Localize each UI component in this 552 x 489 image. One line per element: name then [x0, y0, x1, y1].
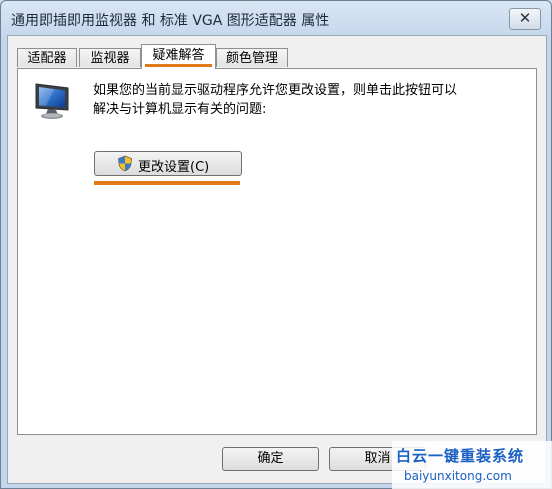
watermark: 白云一键重装系统 baiyunxitong.com [392, 441, 552, 489]
change-button-highlight [94, 181, 240, 185]
properties-window: 通用即插即用监视器 和 标准 VGA 图形适配器 属性 ✕ 适配器 监视器 疑难… [0, 0, 552, 489]
monitor-icon [35, 83, 69, 119]
dialog-client-area: 适配器 监视器 疑难解答 颜色管理 如果您的当前显示驱动程序允许您更改设置，则单… [7, 35, 547, 484]
close-button[interactable]: ✕ [509, 8, 541, 30]
ok-label: 确定 [257, 451, 284, 466]
title-bar[interactable]: 通用即插即用监视器 和 标准 VGA 图形适配器 属性 ✕ [1, 1, 551, 35]
tab-label: 适配器 [27, 51, 67, 66]
tab-adapter[interactable]: 适配器 [17, 48, 77, 67]
troubleshoot-description: 如果您的当前显示驱动程序允许您更改设置，则单击此按钮可以 解决与计算机显示有关的… [93, 81, 523, 119]
tab-highlight-underline [145, 64, 212, 67]
cancel-label: 取消 [364, 451, 391, 466]
description-line-2: 解决与计算机显示有关的问题: [93, 102, 267, 117]
window-title: 通用即插即用监视器 和 标准 VGA 图形适配器 属性 [11, 13, 330, 29]
tab-color-management[interactable]: 颜色管理 [216, 48, 288, 67]
tab-troubleshoot[interactable]: 疑难解答 [141, 44, 216, 69]
watermark-url: baiyunxitong.com [404, 469, 512, 483]
close-icon: ✕ [518, 9, 532, 27]
watermark-title: 白云一键重装系统 [396, 447, 525, 465]
change-settings-label: 更改设置(C) [138, 160, 210, 175]
tab-label: 监视器 [90, 51, 130, 66]
tab-label: 疑难解答 [152, 48, 205, 63]
description-line-1: 如果您的当前显示驱动程序允许您更改设置，则单击此按钮可以 [93, 83, 458, 98]
tab-monitor[interactable]: 监视器 [79, 48, 141, 67]
change-settings-button[interactable]: 更改设置(C) [94, 151, 242, 176]
ok-button[interactable]: 确定 [222, 447, 319, 471]
uac-shield-icon [118, 155, 132, 172]
troubleshoot-panel: 如果您的当前显示驱动程序允许您更改设置，则单击此按钮可以 解决与计算机显示有关的… [17, 68, 537, 435]
tab-label: 颜色管理 [225, 51, 278, 66]
